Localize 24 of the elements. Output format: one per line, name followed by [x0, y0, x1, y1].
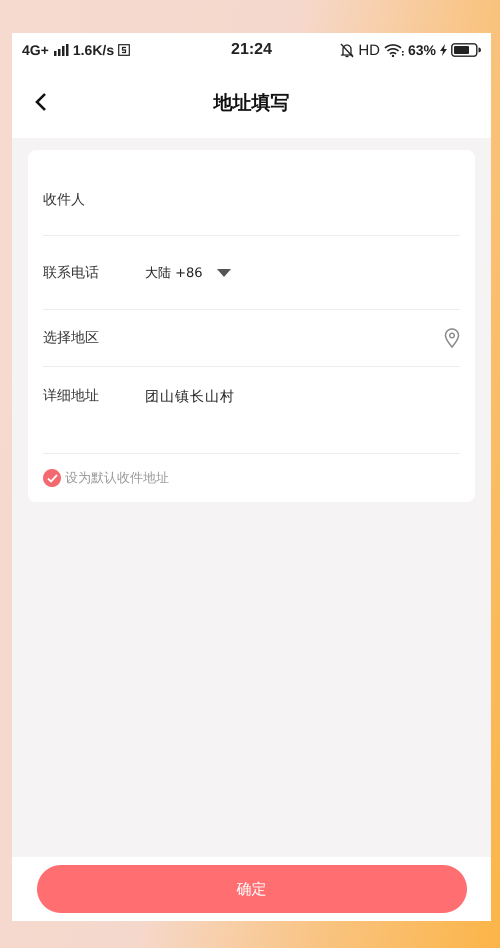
- page-title: 地址填写: [214, 90, 290, 116]
- field-label: 选择地区: [43, 329, 100, 347]
- network-speed: 1.6K/s: [72, 42, 114, 58]
- sim-icon: [118, 44, 130, 56]
- country-code-dropdown[interactable]: 大陆 +86: [145, 264, 231, 282]
- checkbox[interactable]: [43, 469, 61, 487]
- check-icon: [46, 474, 58, 482]
- address-field[interactable]: 团山镇长山村: [145, 387, 460, 447]
- charging-icon: [440, 44, 448, 56]
- field-label: 联系电话: [43, 264, 100, 282]
- hd-indicator: HD: [358, 42, 380, 58]
- checkbox-label: 设为默认收件地址: [65, 470, 169, 487]
- field-label: 收件人: [43, 190, 86, 208]
- location-pin-icon[interactable]: [444, 328, 460, 348]
- muted-bell-icon: [340, 42, 354, 58]
- battery-icon: [451, 43, 482, 57]
- clock-time: 21:24: [231, 41, 272, 59]
- caret-icon: [216, 268, 231, 276]
- battery-percent: 63%: [408, 42, 436, 58]
- wifi-icon: [384, 43, 404, 57]
- network-type: 4G+: [22, 42, 49, 58]
- chevron-left-icon: [35, 92, 47, 112]
- field-label: 详细地址: [43, 387, 100, 405]
- signal-icon: [52, 44, 69, 56]
